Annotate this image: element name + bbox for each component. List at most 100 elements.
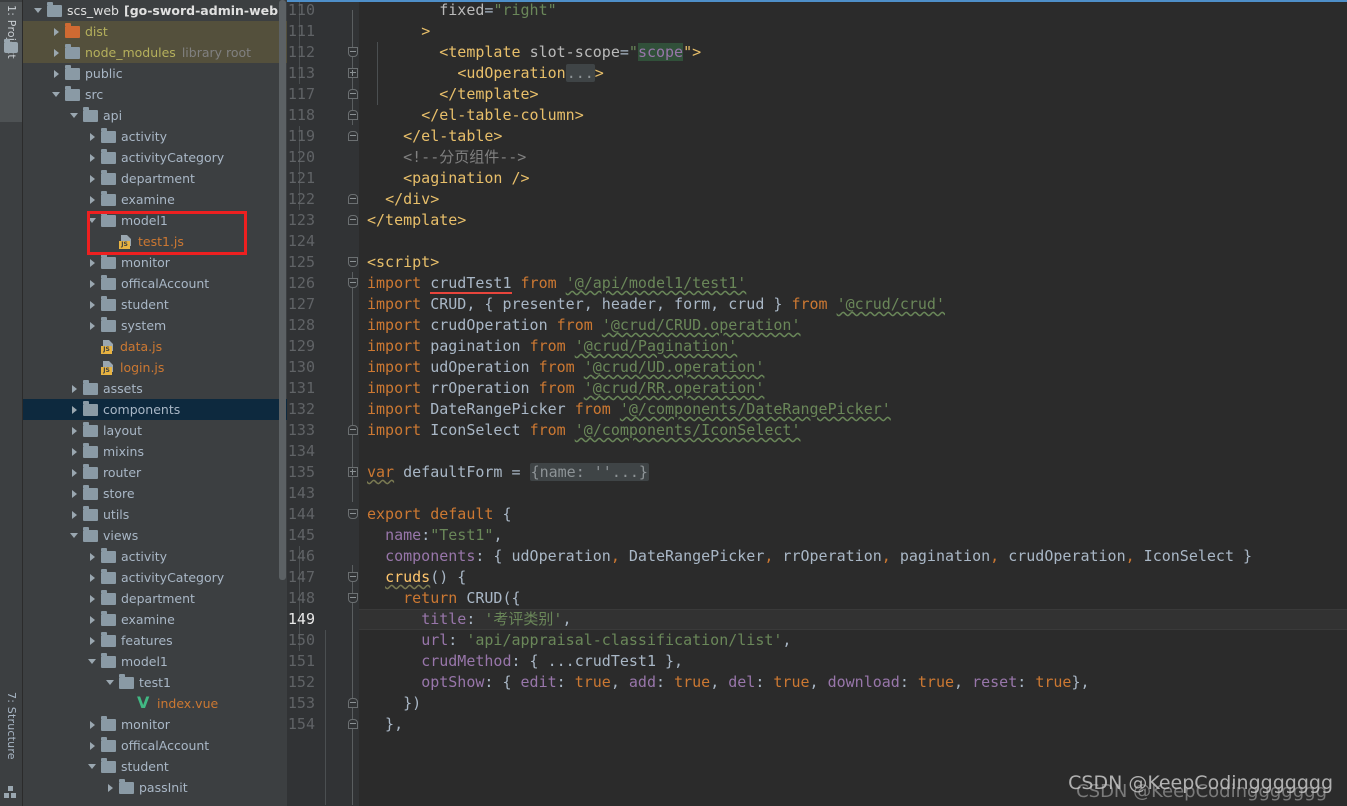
tool-button-structure[interactable]: 7: Structure xyxy=(0,692,22,778)
chevron-right-icon[interactable] xyxy=(69,504,81,525)
tree-node-layout[interactable]: layout xyxy=(23,420,287,441)
code-fold-toggle-arrowup[interactable] xyxy=(348,189,359,210)
tree-node-public[interactable]: public xyxy=(23,63,287,84)
chevron-down-icon[interactable] xyxy=(105,672,117,693)
code-fold-toggle-arrowup[interactable] xyxy=(348,126,359,147)
code-fold-toggle-arrowdown[interactable] xyxy=(348,588,359,609)
code-line-122[interactable]: </div> xyxy=(367,189,439,210)
code-line-117[interactable]: </template> xyxy=(367,84,538,105)
chevron-right-icon[interactable] xyxy=(87,609,99,630)
tree-node-dist[interactable]: dist xyxy=(23,21,287,42)
code-fold-toggle-arrowdown[interactable] xyxy=(348,252,359,273)
tree-node-utils[interactable]: utils xyxy=(23,504,287,525)
code-line-146[interactable]: components: { udOperation, DateRangePick… xyxy=(367,546,1252,567)
project-tree[interactable]: scs_web[go-sword-admin-web]D:\Prdistnode… xyxy=(23,0,287,798)
tree-node-examine[interactable]: examine xyxy=(23,189,287,210)
code-line-150[interactable]: url: 'api/appraisal-classification/list'… xyxy=(367,630,791,651)
code-line-135[interactable]: var defaultForm = {name: ''...} xyxy=(367,462,649,483)
tree-node-activitycategory[interactable]: activityCategory xyxy=(23,567,287,588)
tool-button-project[interactable]: 1: Project xyxy=(0,2,22,122)
code-line-130[interactable]: import udOperation from '@crud/UD.operat… xyxy=(367,357,764,378)
code-line-151[interactable]: crudMethod: { ...crudTest1 }, xyxy=(367,651,683,672)
chevron-right-icon[interactable] xyxy=(87,252,99,273)
chevron-right-icon[interactable] xyxy=(87,126,99,147)
code-line-152[interactable]: optShow: { edit: true, add: true, del: t… xyxy=(367,672,1089,693)
tree-node-activity[interactable]: activity xyxy=(23,126,287,147)
code-line-123[interactable]: </template> xyxy=(367,210,466,231)
tree-node-api[interactable]: api xyxy=(23,105,287,126)
tree-node-activitycategory[interactable]: activityCategory xyxy=(23,147,287,168)
chevron-right-icon[interactable] xyxy=(87,735,99,756)
chevron-right-icon[interactable] xyxy=(51,63,63,84)
tree-node-assets[interactable]: assets xyxy=(23,378,287,399)
code-line-121[interactable]: <pagination /> xyxy=(367,168,529,189)
chevron-right-icon[interactable] xyxy=(87,273,99,294)
tree-node-scs_web[interactable]: scs_web[go-sword-admin-web]D:\Pr xyxy=(23,0,287,21)
chevron-right-icon[interactable] xyxy=(51,42,63,63)
tree-node-mixins[interactable]: mixins xyxy=(23,441,287,462)
code-line-118[interactable]: </el-table-column> xyxy=(367,105,584,126)
code-fold-toggle-arrowup[interactable] xyxy=(348,105,359,126)
chevron-down-icon[interactable] xyxy=(87,651,99,672)
tree-node-router[interactable]: router xyxy=(23,462,287,483)
tree-node-student[interactable]: student xyxy=(23,756,287,777)
code-line-128[interactable]: import crudOperation from '@crud/CRUD.op… xyxy=(367,315,801,336)
code-fold-toggle-arrowdown[interactable] xyxy=(348,567,359,588)
code-fold-toggle-arrowup[interactable] xyxy=(348,714,359,735)
code-line-132[interactable]: import DateRangePicker from '@/component… xyxy=(367,399,891,420)
tree-node-monitor[interactable]: monitor xyxy=(23,252,287,273)
code-fold-toggle-arrowup[interactable] xyxy=(348,210,359,231)
code-line-131[interactable]: import rrOperation from '@crud/RR.operat… xyxy=(367,378,764,399)
chevron-right-icon[interactable] xyxy=(69,399,81,420)
chevron-right-icon[interactable] xyxy=(87,567,99,588)
tree-node-features[interactable]: features xyxy=(23,630,287,651)
tree-node-monitor[interactable]: monitor xyxy=(23,714,287,735)
tree-node-activity[interactable]: activity xyxy=(23,546,287,567)
code-line-110[interactable]: fixed="right" xyxy=(367,0,556,21)
chevron-right-icon[interactable] xyxy=(69,483,81,504)
editor-gutter[interactable]: 110 111 112 113 117 118 119 120 121 122 123 124 125 1… xyxy=(287,0,378,806)
chevron-down-icon[interactable] xyxy=(87,756,99,777)
tree-node-department[interactable]: department xyxy=(23,588,287,609)
code-fold-toggle-plus[interactable] xyxy=(348,462,359,483)
chevron-right-icon[interactable] xyxy=(87,588,99,609)
tree-node-src[interactable]: src xyxy=(23,84,287,105)
code-fold-toggle-arrowup[interactable] xyxy=(348,693,359,714)
tree-node-login-js[interactable]: JS login.js xyxy=(23,357,287,378)
chevron-right-icon[interactable] xyxy=(87,294,99,315)
chevron-down-icon[interactable] xyxy=(87,210,99,231)
chevron-down-icon[interactable] xyxy=(69,105,81,126)
code-line-145[interactable]: name:"Test1", xyxy=(367,525,502,546)
tree-node-student[interactable]: student xyxy=(23,294,287,315)
code-line-113[interactable]: <udOperation...> xyxy=(367,63,604,84)
code-line-127[interactable]: import CRUD, { presenter, header, form, … xyxy=(367,294,945,315)
tree-node-system[interactable]: system xyxy=(23,315,287,336)
code-fold-toggle-arrowdown[interactable] xyxy=(348,42,359,63)
code-fold-toggle-arrowdown[interactable] xyxy=(348,504,359,525)
code-line-125[interactable]: <script> xyxy=(367,252,439,273)
editor-code-area[interactable]: fixed="right" > <template slot-scope="sc… xyxy=(359,0,1347,806)
code-line-148[interactable]: return CRUD({ xyxy=(367,588,520,609)
tree-node-passinit[interactable]: passInit xyxy=(23,777,287,798)
chevron-right-icon[interactable] xyxy=(87,168,99,189)
tree-node-officalaccount[interactable]: officalAccount xyxy=(23,735,287,756)
code-fold-toggle-arrowup[interactable] xyxy=(348,420,359,441)
chevron-right-icon[interactable] xyxy=(87,546,99,567)
code-line-111[interactable]: > xyxy=(367,21,430,42)
chevron-down-icon[interactable] xyxy=(69,525,81,546)
chevron-right-icon[interactable] xyxy=(69,378,81,399)
tree-node-department[interactable]: department xyxy=(23,168,287,189)
code-line-133[interactable]: import IconSelect from '@/components/Ico… xyxy=(367,420,801,441)
tree-node-officalaccount[interactable]: officalAccount xyxy=(23,273,287,294)
chevron-right-icon[interactable] xyxy=(69,441,81,462)
chevron-right-icon[interactable] xyxy=(87,315,99,336)
chevron-right-icon[interactable] xyxy=(105,777,117,798)
code-line-112[interactable]: <template slot-scope="scope"> xyxy=(367,42,701,63)
code-fold-toggle-arrowup[interactable] xyxy=(348,84,359,105)
code-line-149[interactable]: title: '考评类别', xyxy=(367,609,571,630)
chevron-right-icon[interactable] xyxy=(87,147,99,168)
tree-node-node_modules[interactable]: node_modules library root xyxy=(23,42,287,63)
code-line-154[interactable]: }, xyxy=(367,714,403,735)
code-line-144[interactable]: export default { xyxy=(367,504,512,525)
chevron-right-icon[interactable] xyxy=(87,714,99,735)
